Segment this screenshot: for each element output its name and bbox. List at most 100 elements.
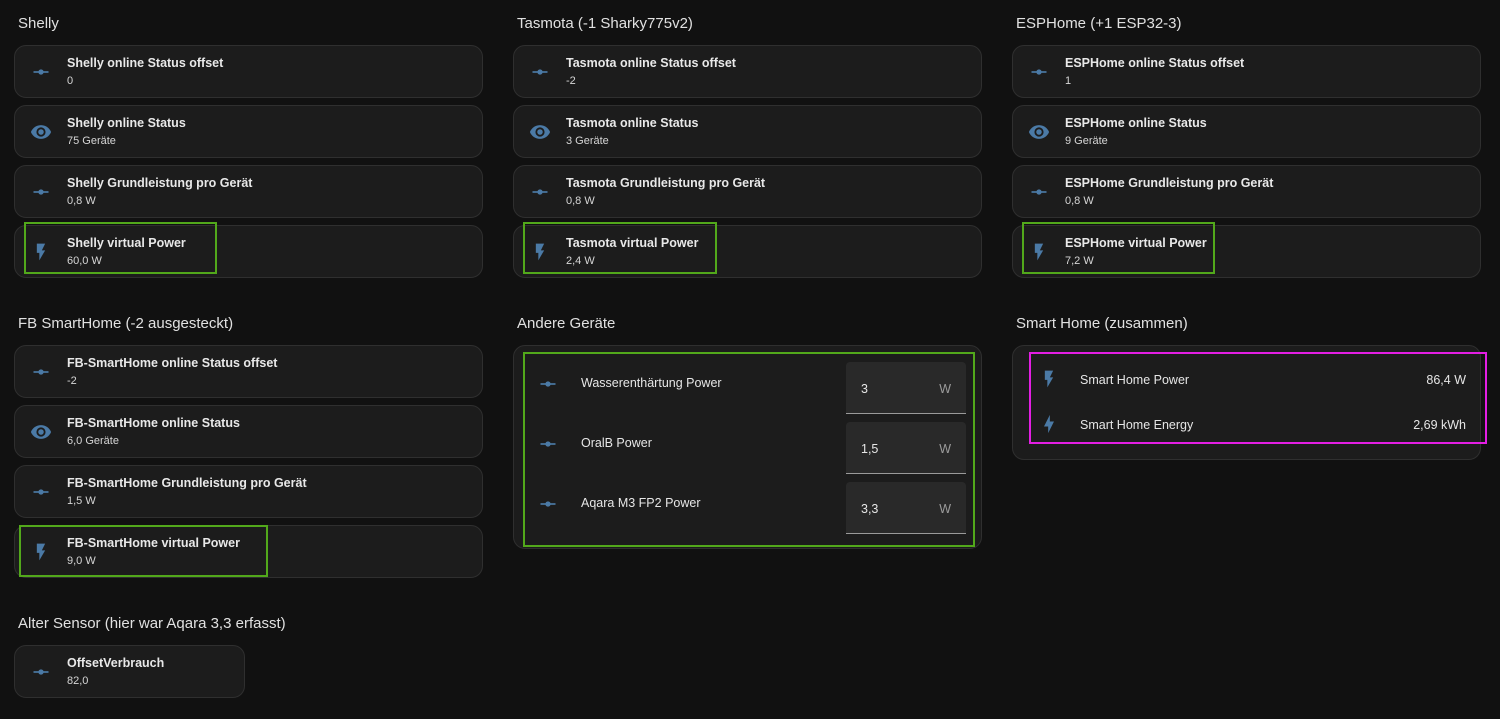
aqara-input[interactable]: 3,3 W [846,482,966,534]
tile-name: Shelly Grundleistung pro Gerät [67,176,253,190]
input-unit: W [939,502,951,516]
entity-tile[interactable]: Tasmota virtual Power 2,4 W [513,225,982,278]
tile-state: 7,2 W [1065,255,1094,267]
entity-row-smart-home-power[interactable]: Smart Home Power 86,4 W [1013,357,1480,402]
tile-state: 9,0 W [67,555,96,567]
eye-icon [1027,120,1051,144]
andere-geraete-card: Wasserenthärtung Power 3 W OralB Power 1… [513,345,982,549]
entity-tile[interactable]: ESPHome online Status 9 Geräte [1012,105,1481,158]
section-title: Tasmota (-1 Sharky775v2) [517,15,693,32]
section-andere-geraete: Andere Geräte Wasserenthärtung Power 3 W… [513,300,982,549]
tile-state: -2 [566,75,576,87]
slider-icon [29,360,53,384]
tile-state: 2,4 W [566,255,595,267]
flash-icon [1027,240,1051,264]
tile-state: 0,8 W [67,195,96,207]
tile-name: ESPHome online Status offset [1065,56,1245,70]
entity-tile[interactable]: FB-SmartHome virtual Power 9,0 W [14,525,483,578]
tile-name: FB-SmartHome virtual Power [67,536,240,550]
tile-name: OffsetVerbrauch [67,656,165,670]
entity-tile[interactable]: Shelly online Status 75 Geräte [14,105,483,158]
tile-name: ESPHome virtual Power [1065,236,1207,250]
section-shelly: Shelly Shelly online Status offset 0 Shel… [14,0,483,285]
entity-label: Smart Home Power [1080,373,1190,387]
entity-tile[interactable]: Tasmota online Status offset -2 [513,45,982,98]
entity-tile[interactable]: FB-SmartHome Grundleistung pro Gerät 1,5 … [14,465,483,518]
tile-name: Tasmota Grundleistung pro Gerät [566,176,766,190]
section-title: Andere Geräte [517,315,616,332]
smart-home-card: Smart Home Power 86,4 W Smart Home Energ… [1012,345,1481,460]
slider-icon [29,480,53,504]
entity-tile[interactable]: Shelly Grundleistung pro Gerät 0,8 W [14,165,483,218]
section-esphome: ESPHome (+1 ESP32-3) ESPHome online Stat… [1012,0,1481,285]
flash-icon [1037,367,1061,391]
section-title: Shelly [18,15,59,32]
section-title: FB SmartHome (-2 ausgesteckt) [18,315,234,332]
tile-name: FB-SmartHome online Status [67,416,240,430]
entity-tile[interactable]: Tasmota online Status 3 Geräte [513,105,982,158]
slider-icon [528,180,552,204]
entity-row-smart-home-energy[interactable]: Smart Home Energy 2,69 kWh [1013,402,1480,447]
input-unit: W [939,442,951,456]
entity-value: 2,69 kWh [1413,418,1466,432]
entity-tile[interactable]: FB-SmartHome online Status offset -2 [14,345,483,398]
entity-tile[interactable]: Shelly virtual Power 60,0 W [14,225,483,278]
slider-icon [536,492,560,516]
wasserenthaertung-input[interactable]: 3 W [846,362,966,414]
tile-state: 3 Geräte [566,135,609,147]
entity-tile[interactable]: ESPHome online Status offset 1 [1012,45,1481,98]
eye-icon [528,120,552,144]
tile-name: FB-SmartHome online Status offset [67,356,278,370]
input-unit: W [939,382,951,396]
input-value[interactable]: 3,3 [861,502,878,516]
slider-icon [29,180,53,204]
slider-icon [29,660,53,684]
tile-state: 0,8 W [1065,195,1094,207]
entity-tile[interactable]: Tasmota Grundleistung pro Gerät 0,8 W [513,165,982,218]
entity-tile[interactable]: Shelly online Status offset 0 [14,45,483,98]
tile-state: 9 Geräte [1065,135,1108,147]
tile-name: Tasmota virtual Power [566,236,699,250]
oralb-input[interactable]: 1,5 W [846,422,966,474]
tile-name: Tasmota online Status offset [566,56,736,70]
entity-row-oralb: OralB Power 1,5 W [514,414,981,474]
entity-label: Wasserenthärtung Power [581,376,722,390]
tile-name: Shelly online Status offset [67,56,224,70]
entity-label: Smart Home Energy [1080,418,1194,432]
flash-icon [29,540,53,564]
slider-icon [1027,180,1051,204]
entity-row-aqara: Aqara M3 FP2 Power 3,3 W [514,474,981,534]
tile-state: 0 [67,75,74,87]
tile-name: Tasmota online Status [566,116,699,130]
flash-icon [528,240,552,264]
tile-state: -2 [67,375,77,387]
section-smart-home: Smart Home (zusammen) Smart Home Power 8… [1012,300,1481,460]
slider-icon [1027,60,1051,84]
tile-state: 1 [1065,75,1072,87]
entity-label: OralB Power [581,436,652,450]
slider-icon [536,372,560,396]
tile-name: ESPHome online Status [1065,116,1207,130]
section-tasmota: Tasmota (-1 Sharky775v2) Tasmota online … [513,0,982,285]
section-title: ESPHome (+1 ESP32-3) [1016,15,1182,32]
eye-icon [29,120,53,144]
section-fb-smarthome: FB SmartHome (-2 ausgesteckt) FB-SmartHo… [14,300,483,585]
tile-name: Shelly virtual Power [67,236,186,250]
entity-tile[interactable]: ESPHome Grundleistung pro Gerät 0,8 W [1012,165,1481,218]
slider-icon [528,60,552,84]
input-value[interactable]: 1,5 [861,442,878,456]
entity-value: 86,4 W [1426,373,1466,387]
section-alter-sensor: Alter Sensor (hier war Aqara 3,3 erfasst… [14,600,286,705]
entity-tile[interactable]: OffsetVerbrauch 82,0 [14,645,245,698]
tile-state: 0,8 W [566,195,595,207]
slider-icon [536,432,560,456]
entity-row-wasserenthaertung: Wasserenthärtung Power 3 W [514,354,981,414]
input-value[interactable]: 3 [861,382,868,396]
tile-state: 1,5 W [67,495,96,507]
entity-tile[interactable]: ESPHome virtual Power 7,2 W [1012,225,1481,278]
flash-icon [29,240,53,264]
entity-label: Aqara M3 FP2 Power [581,496,701,510]
tile-state: 75 Geräte [67,135,116,147]
tile-name: FB-SmartHome Grundleistung pro Gerät [67,476,307,490]
entity-tile[interactable]: FB-SmartHome online Status 6,0 Geräte [14,405,483,458]
